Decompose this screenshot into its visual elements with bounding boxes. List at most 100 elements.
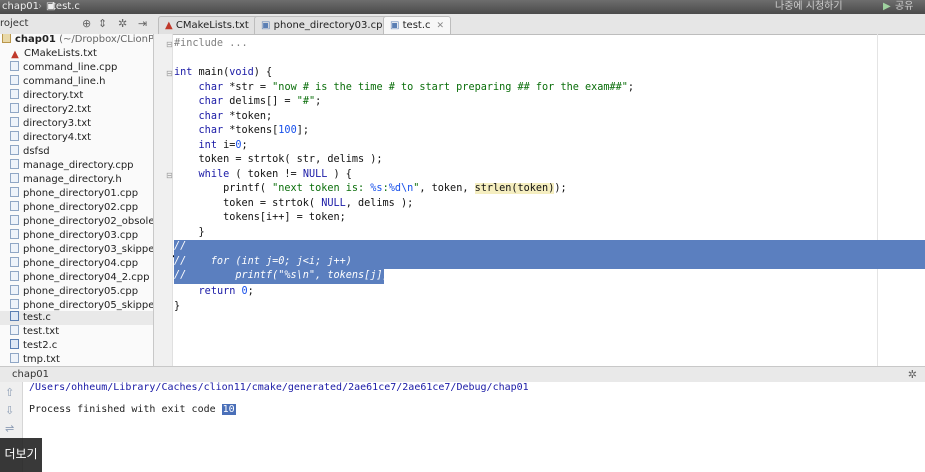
tree-file-label: phone_directory04_2.cpp (23, 272, 150, 283)
editor-gutter (154, 34, 173, 366)
tree-file-label: test.txt (23, 326, 60, 337)
wrap-icon[interactable]: ⇌ (5, 422, 14, 435)
project-panel-title: roject (0, 18, 29, 29)
tree-file-label: phone_directory02_obsolete.cp (23, 216, 153, 227)
breadcrumb-project[interactable]: chap01 (2, 0, 39, 14)
code-line: printf( "next token is: %s:%d\n", token,… (174, 183, 567, 194)
tree-file[interactable]: command_line.cpp (0, 61, 153, 75)
code-line: char *tokens[100]; (198, 125, 309, 136)
watch-later-overlay[interactable]: 나중에 시청하기 (775, 0, 843, 14)
project-root-path: (~/Dropbox/CLionProject (59, 34, 153, 45)
share-overlay[interactable]: 공유 (895, 0, 913, 14)
tab-label: CMakeLists.txt (175, 20, 249, 31)
tab-label: test.c (402, 20, 431, 31)
cpp-file-icon (10, 187, 19, 197)
cpp-file-icon (10, 243, 19, 253)
tree-file[interactable]: phone_directory01.cpp (0, 187, 153, 201)
cpp-file-icon (10, 61, 19, 71)
tab-label: phone_directory03.cpp (273, 20, 389, 31)
fold-icon[interactable]: ⊟ (166, 69, 173, 78)
code-line: token = strtok( NULL, delims ); (174, 197, 414, 209)
cpp-file-icon (10, 299, 19, 309)
tree-file[interactable]: phone_directory02_obsolete.cp (0, 215, 153, 229)
tree-file[interactable]: directory2.txt (0, 103, 153, 117)
more-button[interactable]: 더보기 (0, 438, 42, 472)
selected-code-line: // printf("%s\n", tokens[j]); (174, 269, 395, 284)
exit-message: Process finished with exit code (29, 404, 222, 415)
arrow-up-icon[interactable]: ⇧ (5, 386, 14, 399)
code-line: char *str = "now # is the time # to star… (198, 81, 635, 93)
cpp-file-icon: ▣ (261, 20, 271, 31)
tree-file[interactable]: test.txt (0, 325, 153, 339)
text-file-icon (10, 131, 19, 141)
tree-file-label: directory4.txt (23, 132, 92, 143)
tree-file[interactable]: directory4.txt (0, 131, 153, 145)
tree-file-label: directory3.txt (23, 118, 92, 129)
project-root[interactable]: chap01 (~/Dropbox/CLionProject (0, 34, 153, 47)
selected-code-line: // for (int j=0; j<i; j++) (174, 254, 925, 269)
c-file-icon (10, 311, 19, 321)
header-file-icon (10, 75, 19, 85)
tree-file-label: phone_directory03.cpp (23, 230, 139, 241)
tree-file-label: directory2.txt (23, 104, 92, 115)
tree-file-label: phone_directory02.cpp (23, 202, 139, 213)
code-line: } (174, 226, 205, 238)
sync-icon[interactable]: ⊕ (82, 14, 91, 34)
tree-file[interactable]: phone_directory03.cpp (0, 229, 153, 243)
code-editor[interactable]: ⊟ ⊟ ⊟ #include ... int main(void) { char… (154, 34, 925, 366)
cpp-file-icon (10, 159, 19, 169)
tree-file-label: test.c (23, 312, 51, 323)
console-exit-line: Process finished with exit code 10 (29, 404, 236, 415)
tree-file[interactable]: phone_directory03_skipped.cp (0, 243, 153, 257)
tree-file[interactable]: tmp.txt (0, 353, 153, 366)
hide-panel-icon[interactable]: ⇥ (138, 14, 147, 34)
arrow-down-icon[interactable]: ⇩ (5, 404, 14, 417)
run-panel-title[interactable]: chap01 (12, 367, 49, 382)
tree-file[interactable]: dsfsd (0, 145, 153, 159)
tree-file[interactable]: manage_directory.h (0, 173, 153, 187)
gear-icon[interactable]: ✲ (908, 367, 917, 382)
code-text: // (174, 241, 187, 252)
fold-icon[interactable]: ⊟ (166, 40, 173, 49)
tree-file[interactable]: phone_directory02.cpp (0, 201, 153, 215)
tree-file[interactable]: phone_directory04_2.cpp (0, 271, 153, 285)
tree-file-selected[interactable]: test.c (0, 311, 153, 325)
tree-file-label: dsfsd (23, 146, 50, 157)
tree-file[interactable]: phone_directory04.cpp (0, 257, 153, 271)
tab-cmakelists[interactable]: ▲ CMakeLists.txt✕ (158, 16, 270, 34)
code-line: while ( token != NULL ) { (198, 168, 352, 180)
project-root-name: chap01 (15, 34, 56, 45)
fold-icon[interactable]: ⊟ (166, 171, 173, 180)
tree-file[interactable]: directory3.txt (0, 117, 153, 131)
tree-file[interactable]: directory.txt (0, 89, 153, 103)
tree-file[interactable]: manage_directory.cpp (0, 159, 153, 173)
exit-code: 10 (221, 404, 236, 415)
tree-file-label: phone_directory03_skipped.cp (23, 244, 153, 255)
run-console[interactable]: ⇧ ⇩ ⇌ /Users/ohheum/Library/Caches/clion… (0, 382, 925, 472)
cpp-file-icon (10, 215, 19, 225)
tree-file-label: phone_directory05_skipped.cp (23, 300, 153, 311)
cpp-file-icon (10, 285, 19, 295)
gear-icon[interactable]: ✲ (118, 14, 127, 34)
text-file-icon (10, 117, 19, 127)
breadcrumb-file[interactable]: test.c (52, 0, 80, 14)
code-line: #include ... (174, 37, 925, 52)
console-path: /Users/ohheum/Library/Caches/clion11/cma… (29, 382, 529, 393)
c-file-icon: ▣ (390, 20, 400, 31)
code-line: char *token; (198, 110, 273, 122)
code-line: int i=0; (198, 139, 248, 151)
selected-code-line: // (174, 240, 925, 255)
run-panel-header: chap01 ✲ (0, 366, 925, 383)
tab-test-c[interactable]: ▣ test.c ✕ (383, 16, 452, 34)
play-icon[interactable]: ▶ (883, 0, 891, 14)
text-file-icon (10, 325, 19, 335)
code-line: token = strtok( str, delims ); (174, 154, 383, 165)
tree-file[interactable]: command_line.h (0, 75, 153, 89)
tree-file[interactable]: phone_directory05.cpp (0, 285, 153, 299)
tree-file[interactable]: test2.c (0, 339, 153, 353)
project-tree: chap01 (~/Dropbox/CLionProject ▲ CMakeLis… (0, 34, 154, 366)
collapse-icon[interactable]: ⇕ (98, 14, 107, 34)
tree-file[interactable]: ▲ CMakeLists.txt (0, 47, 153, 61)
close-icon[interactable]: ✕ (437, 21, 445, 31)
cpp-file-icon (10, 257, 19, 267)
